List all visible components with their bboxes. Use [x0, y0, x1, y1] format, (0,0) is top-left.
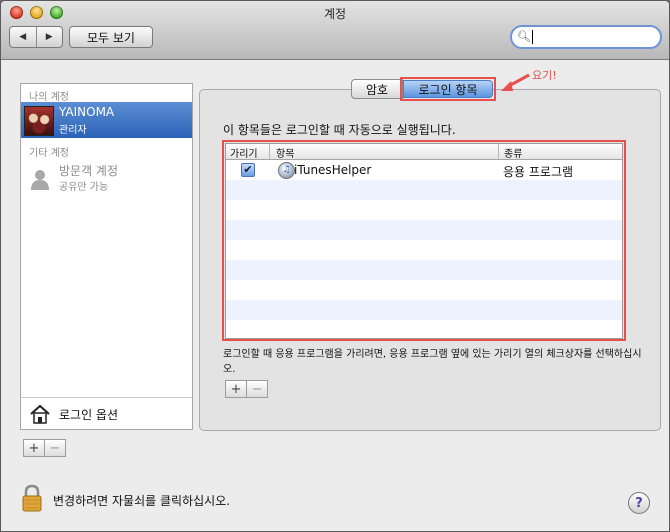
add-account-button[interactable]: + — [24, 440, 44, 456]
lock-icon[interactable] — [21, 484, 43, 512]
other-accounts-header: 기타 계정 — [29, 148, 69, 159]
remove-login-item-button[interactable]: − — [246, 381, 267, 397]
help-button[interactable]: ? — [628, 492, 650, 514]
back-button[interactable]: ◀ — [10, 27, 36, 47]
search-field[interactable]: 🔍︎ — [510, 25, 662, 49]
show-all-button[interactable]: 모두 보기 — [69, 26, 153, 48]
title-bar: 계정 ◀ ▶ 모두 보기 🔍︎ — [1, 1, 669, 60]
back-forward-control: ◀ ▶ — [9, 26, 63, 48]
tab-highlight-annotation — [400, 77, 496, 101]
add-login-item-button[interactable]: + — [226, 381, 246, 397]
user-role: 관리자 — [59, 125, 87, 136]
tab-password[interactable]: 암호 — [351, 79, 403, 99]
login-item-add-remove-control: + − — [225, 380, 268, 398]
account-add-remove-control: + − — [23, 439, 66, 457]
preferences-window: 계정 ◀ ▶ 모두 보기 🔍︎ 나의 계정 YAINOMA 관리자 기타 계정 … — [0, 0, 670, 532]
remove-account-button[interactable]: − — [44, 440, 65, 456]
window-title: 계정 — [323, 7, 347, 21]
annotation-arrow-icon — [501, 73, 530, 91]
login-options-item[interactable]: 로그인 옵션 — [21, 397, 192, 429]
guest-account-sub: 공유만 가능 — [59, 182, 109, 193]
annotation-label: 요기! — [532, 69, 557, 82]
search-icon: 🔍︎ — [517, 30, 531, 43]
user-avatar — [24, 106, 54, 136]
forward-button[interactable]: ▶ — [35, 27, 63, 47]
table-highlight-annotation — [222, 140, 626, 341]
my-account-header: 나의 계정 — [29, 92, 69, 103]
user-name: YAINOMA — [59, 105, 115, 119]
sidebar-item-current-user[interactable]: YAINOMA 관리자 — [21, 102, 192, 138]
text-caret — [532, 30, 533, 44]
home-icon — [30, 404, 50, 424]
accounts-sidebar: 나의 계정 YAINOMA 관리자 기타 계정 방문객 계정 공유만 가능 로그… — [20, 83, 193, 430]
login-items-hint: 로그인할 때 응용 프로그램을 가리려면, 응용 프로그램 옆에 있는 가리기 … — [223, 349, 642, 375]
login-items-description: 이 항목들은 로그인할 때 자동으로 실행됩니다. — [223, 123, 456, 137]
lock-status-text: 변경하려면 자물쇠를 클릭하십시오. — [53, 494, 231, 508]
guest-account-name[interactable]: 방문객 계정 — [59, 162, 118, 179]
guest-user-icon — [31, 170, 49, 190]
login-options-label: 로그인 옵션 — [59, 408, 119, 422]
